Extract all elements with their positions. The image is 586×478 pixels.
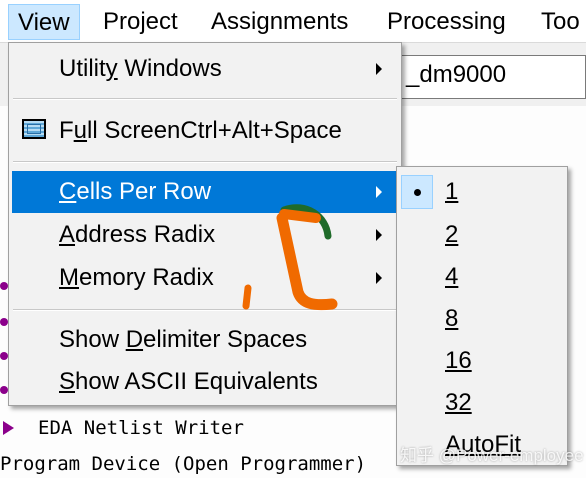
selection-box bbox=[401, 175, 433, 209]
play-icon bbox=[3, 421, 14, 435]
app-window: View Project Assignments Processing Too … bbox=[0, 0, 586, 478]
monitor-icon bbox=[22, 119, 46, 139]
menu-item-show-ascii-equivalents[interactable]: Show ASCII Equivalents bbox=[12, 361, 398, 403]
radio-dot-icon bbox=[414, 189, 421, 196]
option-label: 2 bbox=[445, 221, 459, 248]
watermark: 知乎 @Power-employee bbox=[400, 446, 584, 465]
menu-item-utility-windows[interactable]: Utility Windows bbox=[12, 48, 398, 90]
menu-assignments[interactable]: Assignments bbox=[202, 4, 357, 40]
menu-item-label: Full ScreenCtrl+Alt+Space bbox=[59, 117, 342, 144]
menu-separator bbox=[13, 98, 397, 100]
menu-item-label: Cells Per Row bbox=[59, 178, 212, 205]
task-program-device[interactable]: Program Device (Open Programmer) bbox=[0, 453, 366, 475]
cells-option-32[interactable]: 32 bbox=[397, 382, 567, 424]
task-eda-netlist-writer[interactable]: EDA Netlist Writer bbox=[38, 417, 244, 439]
submenu-arrow-icon bbox=[376, 229, 382, 241]
annotation-arrow-icon bbox=[242, 204, 338, 311]
submenu-arrow-icon bbox=[376, 272, 382, 284]
task-marker bbox=[0, 352, 8, 360]
task-marker bbox=[0, 386, 8, 394]
submenu-arrow-icon bbox=[376, 186, 382, 198]
option-label: 8 bbox=[445, 305, 459, 332]
menu-item-label: Show ASCII Equivalents bbox=[59, 368, 318, 395]
option-label: 32 bbox=[445, 389, 472, 416]
menu-processing[interactable]: Processing bbox=[378, 4, 515, 40]
project-name-text: _dm9000 bbox=[406, 61, 507, 88]
menu-item-label: Memory Radix bbox=[59, 264, 214, 291]
menu-item-label: Show Delimiter Spaces bbox=[59, 326, 308, 353]
menu-project[interactable]: Project bbox=[94, 4, 187, 40]
cells-per-row-submenu: 1 2 4 8 16 32 AutoFit bbox=[396, 166, 568, 466]
task-marker bbox=[0, 282, 8, 290]
option-label: 1 bbox=[445, 178, 459, 205]
menu-view[interactable]: View bbox=[8, 4, 80, 40]
cells-option-1[interactable]: 1 bbox=[397, 171, 567, 213]
menu-tools[interactable]: Too bbox=[532, 4, 586, 40]
cells-option-16[interactable]: 16 bbox=[397, 340, 567, 382]
menu-separator bbox=[13, 161, 397, 163]
cells-option-8[interactable]: 8 bbox=[397, 298, 567, 340]
menu-item-label: Utility Windows bbox=[59, 55, 222, 82]
task-marker bbox=[0, 318, 8, 326]
menu-item-show-delimiter-spaces[interactable]: Show Delimiter Spaces bbox=[12, 319, 398, 361]
option-label: 4 bbox=[445, 263, 459, 290]
cells-option-2[interactable]: 2 bbox=[397, 214, 567, 256]
menu-item-full-screen[interactable]: Full ScreenCtrl+Alt+Space bbox=[12, 110, 398, 152]
menu-bar: View Project Assignments Processing Too bbox=[0, 0, 586, 43]
submenu-arrow-icon bbox=[376, 63, 382, 75]
option-label: 16 bbox=[445, 347, 472, 374]
cells-option-4[interactable]: 4 bbox=[397, 256, 567, 298]
menu-item-label: Address Radix bbox=[59, 221, 216, 248]
